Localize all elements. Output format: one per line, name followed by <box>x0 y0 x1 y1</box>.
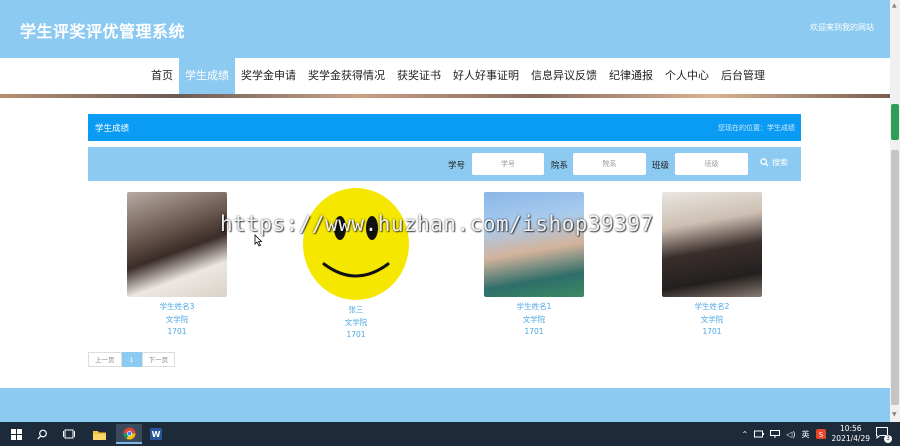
scroll-up-arrow-icon[interactable]: ▲ <box>892 2 897 9</box>
class-input[interactable] <box>675 153 748 175</box>
nav-item-scholarship-results[interactable]: 奖学金获得情况 <box>302 58 391 94</box>
student-photo[interactable] <box>484 192 584 297</box>
page-button-current[interactable]: 1 <box>121 352 142 367</box>
battery-icon[interactable] <box>754 430 765 438</box>
nav-item-profile[interactable]: 个人中心 <box>659 58 715 94</box>
student-photo[interactable] <box>662 192 762 297</box>
chrome-icon[interactable] <box>116 424 142 444</box>
student-class: 1701 <box>524 327 544 336</box>
chevron-up-icon[interactable]: ⌃ <box>742 430 749 439</box>
system-clock[interactable]: 10:56 2021/4/29 <box>832 424 870 444</box>
student-name[interactable]: 学生姓名1 <box>483 301 585 314</box>
search-button[interactable]: 搜索 <box>760 157 788 168</box>
watermark-text: https://www.huzhan.com/ishop39397 <box>220 212 654 236</box>
nav-item-feedback[interactable]: 信息异议反馈 <box>525 58 603 94</box>
nav-item-scholarship-apply[interactable]: 奖学金申请 <box>235 58 302 94</box>
student-college: 文学院 <box>165 314 189 324</box>
student-card[interactable]: 学生姓名2 文学院 1701 <box>661 192 763 339</box>
nav-item-good-deeds[interactable]: 好人好事证明 <box>447 58 525 94</box>
mouse-cursor-icon <box>254 234 263 247</box>
smiley-face-photo[interactable] <box>303 188 409 300</box>
student-class: 1701 <box>346 330 366 339</box>
banner-image-strip <box>0 94 890 98</box>
prev-page-button[interactable]: 上一页 <box>88 352 122 367</box>
next-page-button[interactable]: 下一页 <box>141 352 176 367</box>
clock-date: 2021/4/29 <box>831 434 870 443</box>
nav-item-student-grades[interactable]: 学生成绩 <box>179 58 235 94</box>
college-label: 院系 <box>551 161 569 171</box>
task-view-icon[interactable] <box>61 426 77 442</box>
section-title: 学生成绩 <box>95 124 130 134</box>
student-card[interactable]: 学生姓名3 文学院 1701 <box>126 192 228 339</box>
welcome-text: 欢迎来到我的网站 <box>810 23 874 32</box>
word-icon[interactable]: W <box>148 426 164 442</box>
notification-count-badge: 3 <box>884 435 892 443</box>
search-icon <box>760 158 769 167</box>
svg-text:W: W <box>152 430 161 439</box>
nav-item-home[interactable]: 首页 <box>145 58 179 94</box>
student-class: 1701 <box>702 327 722 336</box>
page-scrollbar[interactable]: ▲ ▼ <box>890 0 900 422</box>
site-title: 学生评奖评优管理系统 <box>20 22 186 41</box>
file-explorer-icon[interactable] <box>91 426 107 442</box>
nav-item-admin[interactable]: 后台管理 <box>715 58 771 94</box>
breadcrumb: 您现在的位置：学生成绩 <box>718 124 795 132</box>
student-name[interactable]: 学生姓名3 <box>126 301 228 314</box>
student-college: 文学院 <box>700 314 724 324</box>
student-name[interactable]: 学生姓名2 <box>661 301 763 314</box>
search-icon[interactable] <box>34 426 50 442</box>
student-college: 文学院 <box>522 314 546 324</box>
footer-bar <box>0 388 890 422</box>
nav-items: 首页 学生成绩 奖学金申请 奖学金获得情况 获奖证书 好人好事证明 信息异议反馈… <box>145 58 771 94</box>
search-button-label: 搜索 <box>772 158 788 167</box>
svg-text:S: S <box>818 431 823 439</box>
student-photo[interactable] <box>127 192 227 297</box>
scrollbar-track[interactable] <box>891 150 899 405</box>
section-header: 学生成绩 您现在的位置：学生成绩 <box>88 114 801 141</box>
student-class: 1701 <box>167 327 187 336</box>
nav-item-discipline[interactable]: 纪律通报 <box>603 58 659 94</box>
student-name[interactable]: 张三 <box>303 304 409 317</box>
pagination: 上一页 1 下一页 <box>88 352 176 367</box>
scrollbar-thumb[interactable] <box>891 104 899 140</box>
clock-time: 10:56 <box>839 424 862 433</box>
notification-center[interactable]: 3 <box>876 427 892 443</box>
antivirus-icon[interactable]: S <box>815 429 826 439</box>
windows-start-icon[interactable] <box>8 426 24 442</box>
student-college: 文学院 <box>344 317 368 327</box>
system-tray: ⌃ ◁) 英 S 10:56 2021/4/29 3 <box>742 424 892 444</box>
scroll-down-arrow-icon[interactable]: ▼ <box>892 411 897 418</box>
search-bar: 学号 院系 班级 搜索 <box>88 147 801 181</box>
student-id-label: 学号 <box>448 161 466 171</box>
volume-icon[interactable]: ◁) <box>786 430 795 439</box>
main-nav: 首页 学生成绩 奖学金申请 奖学金获得情况 获奖证书 好人好事证明 信息异议反馈… <box>0 58 890 94</box>
header-bar: 学生评奖评优管理系统 欢迎来到我的网站 <box>0 0 890 58</box>
network-icon[interactable] <box>770 430 781 438</box>
page: 学生评奖评优管理系统 欢迎来到我的网站 首页 学生成绩 奖学金申请 奖学金获得情… <box>0 0 900 446</box>
student-id-input[interactable] <box>472 153 544 175</box>
ime-indicator[interactable]: 英 <box>802 429 810 440</box>
class-label: 班级 <box>652 161 670 171</box>
college-input[interactable] <box>573 153 646 175</box>
nav-item-award-certificates[interactable]: 获奖证书 <box>391 58 447 94</box>
os-taskbar: W ⌃ ◁) 英 S 10:56 2021/4/29 3 <box>0 422 900 446</box>
